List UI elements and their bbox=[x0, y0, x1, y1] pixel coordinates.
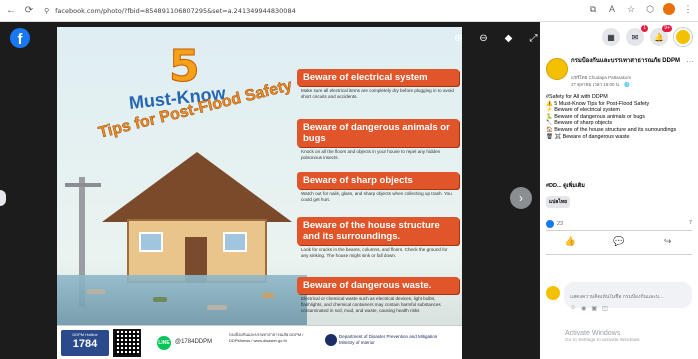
post-side-panel: ▦ ✉ 1 🔔 9+ กรมป้องกันและบรรเทาสาธารณภัย DD… bbox=[540, 22, 698, 359]
line-app-icon: LINE bbox=[157, 336, 171, 350]
page-avatar[interactable] bbox=[546, 58, 568, 80]
site-info-icon[interactable]: ⚲ bbox=[44, 7, 49, 15]
tip-title: Beware of sharp objects bbox=[297, 172, 459, 189]
browser-actions: ⧉ A ☆ ⬡ ⋮ bbox=[587, 3, 694, 15]
comment-composer[interactable]: ☺ ◉ ▣ ◫ bbox=[564, 282, 692, 312]
tip-title: Beware of electrical system bbox=[297, 69, 459, 86]
comment-tools: ☺ ◉ ▣ ◫ bbox=[570, 305, 686, 312]
menu-icon[interactable]: ⋮ bbox=[682, 3, 694, 15]
footer-social-links: กองป้องกันและบรรเทาสาธารณภัย DDPM / DDPM… bbox=[229, 332, 304, 343]
browser-toolbar: ← ⟳ ⚲ facebook.com/photo/?fbid=854891106… bbox=[0, 0, 698, 22]
post-timestamp[interactable]: 27 ตุลาคม เวลา 18:00 น. · 🌐 bbox=[571, 81, 630, 88]
zoom-out-icon[interactable]: ⊖ bbox=[477, 32, 490, 45]
shared-by[interactable]: แชร์โดย Chudapa Pattarakom bbox=[571, 74, 631, 81]
like-reaction-icon bbox=[546, 220, 554, 228]
tip-section: Beware of the house structure and its su… bbox=[297, 217, 459, 259]
debris bbox=[87, 289, 105, 294]
post-line: 🗑 ☠ Beware of dangerous waste bbox=[546, 133, 630, 140]
more-options-icon[interactable]: ··· bbox=[686, 57, 694, 66]
tip-section: Beware of sharp objects Watch out for na… bbox=[297, 172, 459, 203]
post-text: #Safety for All with DDPM ⚠️ 5 Must-Know… bbox=[546, 94, 694, 140]
url-text[interactable]: facebook.com/photo/?fbid=854891106807295… bbox=[55, 7, 296, 15]
debris bbox=[153, 297, 167, 302]
menu-grid-icon[interactable]: ▦ bbox=[602, 28, 620, 46]
flood-water bbox=[57, 275, 307, 325]
department-seal-icon bbox=[325, 334, 337, 346]
poster-footer: DDPM Hotline 1784 LINE @1784DDPM กองป้อง… bbox=[57, 325, 462, 359]
tip-title: Beware of dangerous waste. bbox=[297, 277, 459, 294]
activate-subtitle: Go to Settings to activate Windows. bbox=[565, 338, 641, 343]
house-window bbox=[139, 232, 163, 252]
hotline-badge: DDPM Hotline 1784 bbox=[61, 330, 109, 356]
like-button-icon[interactable]: 👍 bbox=[560, 236, 580, 247]
star-icon[interactable]: ☆ bbox=[625, 3, 637, 15]
zoom-in-icon[interactable]: ⊕ bbox=[452, 32, 465, 45]
hotline-number: 1784 bbox=[72, 338, 98, 350]
camera-icon[interactable]: ◉ bbox=[581, 305, 586, 312]
gif-icon[interactable]: ▣ bbox=[591, 305, 597, 312]
notification-badge: 9+ bbox=[662, 25, 672, 32]
back-icon[interactable]: ← bbox=[4, 4, 18, 18]
debris bbox=[207, 305, 227, 310]
message-badge: 1 bbox=[641, 25, 648, 32]
messenger-icon[interactable]: ✉ 1 bbox=[626, 25, 648, 46]
flood-safety-poster: 5 Must-Know Tips for Post-Flood Safety B… bbox=[57, 27, 462, 359]
department-name: Department of Disaster Prevention and Mi… bbox=[339, 334, 438, 345]
account-avatar[interactable] bbox=[674, 28, 692, 46]
qr-code-icon bbox=[113, 329, 141, 357]
post-line: 🏠 Beware of the house structure and its … bbox=[546, 126, 677, 133]
address-bar[interactable]: ⚲ facebook.com/photo/?fbid=8548911068072… bbox=[44, 4, 564, 18]
post-line: ⚡ Beware of electrical system bbox=[546, 107, 620, 114]
tip-section: Beware of electrical system Make sure al… bbox=[297, 69, 459, 100]
debris bbox=[262, 293, 274, 298]
reload-icon[interactable]: ⟳ bbox=[22, 4, 36, 18]
install-icon[interactable]: ⧉ bbox=[587, 3, 599, 15]
house-window bbox=[223, 232, 247, 252]
tip-body: Look for cracks in the beams, columns, a… bbox=[301, 247, 448, 258]
post-line: 🔪 Beware of sharp objects bbox=[546, 120, 613, 127]
extensions-icon[interactable]: ⬡ bbox=[644, 3, 656, 15]
tip-body: Electrical or chemical waste such as ele… bbox=[301, 296, 441, 313]
share-count[interactable]: 7 bbox=[689, 220, 692, 226]
profile-icon[interactable] bbox=[663, 3, 675, 15]
divider bbox=[546, 230, 692, 231]
post-actions: 👍 💬 ↪ bbox=[546, 236, 692, 247]
sticker-icon[interactable]: ◫ bbox=[602, 305, 608, 312]
translate-button[interactable]: แปลไทย bbox=[546, 196, 570, 208]
fullscreen-icon[interactable]: ⤢ bbox=[527, 32, 540, 45]
poster-number: 5 bbox=[169, 41, 201, 93]
translate-icon[interactable]: A bbox=[606, 3, 618, 15]
viewer-tools: ⊕ ⊖ ◆ ⤢ bbox=[452, 32, 540, 45]
commenter-avatar bbox=[546, 286, 560, 300]
tip-section: Beware of dangerous animals or bugs Knoc… bbox=[297, 119, 459, 161]
next-photo-button[interactable]: › bbox=[510, 187, 532, 209]
house-roof bbox=[102, 152, 292, 222]
post-line: #Safety for All with DDPM bbox=[546, 94, 608, 100]
share-button-icon[interactable]: ↪ bbox=[658, 236, 678, 247]
hashtag-see-more[interactable]: #DD... ดูเพิ่มเติม bbox=[546, 182, 585, 190]
photo-viewer: f 5 Must-Know Tips for Post-Flood Safety… bbox=[0, 22, 540, 359]
reaction-summary[interactable]: 23 bbox=[546, 220, 563, 228]
activate-title: Activate Windows bbox=[565, 330, 621, 337]
tip-body: Knock on all the floors and objects in y… bbox=[301, 149, 441, 160]
emoji-icon[interactable]: ☺ bbox=[570, 305, 576, 312]
panel-header: ▦ ✉ 1 🔔 9+ bbox=[540, 22, 698, 52]
tip-body: Watch out for nails, glass, and sharp ob… bbox=[301, 191, 452, 202]
tip-title: Beware of the house structure and its su… bbox=[297, 217, 459, 245]
tip-title: Beware of dangerous animals or bugs bbox=[297, 119, 459, 147]
line-id: @1784DDPM bbox=[175, 339, 213, 345]
tag-icon[interactable]: ◆ bbox=[502, 32, 515, 45]
notifications-icon[interactable]: 🔔 9+ bbox=[650, 25, 672, 46]
tip-body: Make sure all electrical items are compl… bbox=[301, 88, 454, 99]
divider bbox=[546, 254, 692, 255]
previous-photo-button[interactable] bbox=[0, 190, 6, 206]
comment-input[interactable] bbox=[570, 294, 686, 300]
activate-windows-watermark: Activate Windows Go to Settings to activ… bbox=[565, 330, 641, 343]
tip-section: Beware of dangerous waste. Electrical or… bbox=[297, 277, 459, 314]
page-name[interactable]: กรมป้องกันและบรรเทาสาธารณภัย DDPM bbox=[571, 58, 683, 65]
comment-button-icon[interactable]: 💬 bbox=[609, 236, 629, 247]
utility-pole-bar bbox=[65, 183, 101, 187]
reaction-count: 23 bbox=[557, 221, 564, 227]
facebook-logo-icon[interactable]: f bbox=[10, 28, 30, 48]
